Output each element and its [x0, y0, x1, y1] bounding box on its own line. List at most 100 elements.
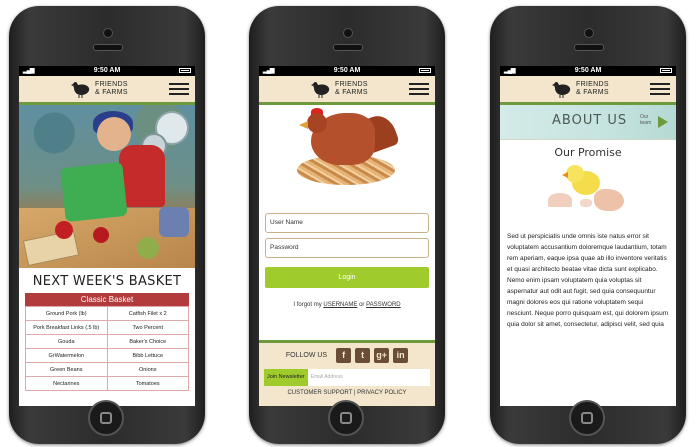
- login-button[interactable]: Login: [265, 267, 429, 288]
- app-header: FRIENDS & FARMS: [19, 76, 195, 105]
- hero-illustration-boy: [19, 105, 195, 268]
- apple-icon: [55, 221, 73, 239]
- brand-line1: FRIENDS: [576, 81, 609, 88]
- home-button[interactable]: [569, 400, 605, 436]
- table-cell: Tomatoes: [106, 376, 189, 391]
- arrow-right-icon[interactable]: [658, 116, 668, 128]
- app-header: FRIENDS & FARMS: [259, 76, 435, 105]
- basket-table: Ground Pork (lb) Catfish Filet x 2 Pork …: [25, 306, 189, 391]
- battery-icon: [179, 68, 191, 73]
- table-row: Pork Breakfast Links (.5 lb) Two Percent: [25, 320, 189, 335]
- username-field[interactable]: User Name: [265, 213, 429, 233]
- chick-illustration: [500, 159, 676, 231]
- brand-line2: & FARMS: [576, 89, 609, 96]
- camera: [584, 28, 594, 38]
- promise-paragraph: Sed ut perspiciatis unde omnis iste natu…: [507, 233, 669, 328]
- status-bar: ▂▄▆ 9:50 AM: [500, 66, 676, 76]
- table-cell: Catfish Filet x 2: [106, 306, 189, 321]
- camera: [343, 28, 353, 38]
- classic-basket-tab[interactable]: Classic Basket: [25, 293, 189, 306]
- speaker: [574, 44, 604, 51]
- status-bar: ▂▄▆ 9:50 AM: [19, 66, 195, 76]
- menu-icon[interactable]: [650, 83, 670, 95]
- status-time: 9:50 AM: [574, 67, 602, 74]
- brand-name: FRIENDS & FARMS: [576, 81, 609, 97]
- join-newsletter-button[interactable]: Join Newsletter: [264, 369, 308, 386]
- menu-icon[interactable]: [169, 83, 189, 95]
- table-cell: Bibb Lettuce: [106, 348, 189, 363]
- brand-logo[interactable]: FRIENDS & FARMS: [69, 79, 128, 99]
- home-button[interactable]: [88, 400, 124, 436]
- password-field[interactable]: Password: [265, 238, 429, 258]
- brand-line1: FRIENDS: [95, 81, 128, 88]
- table-cell: GrWatermelon: [25, 348, 108, 363]
- phone-frame-about: ▂▄▆ 9:50 AM FRIENDS & FARMS ABOUT US Our…: [490, 6, 686, 444]
- screen-login: ▂▄▆ 9:50 AM FRIENDS & FARMS User Name Pa…: [259, 66, 435, 406]
- signal-icon: ▂▄▆: [263, 68, 275, 74]
- chicken-icon: [71, 81, 90, 98]
- table-row: Nectarines Tomatoes: [25, 376, 189, 391]
- our-team-link[interactable]: Our team: [640, 114, 651, 126]
- forgot-prefix: I forgot my: [293, 302, 322, 308]
- forgot-credentials: I forgot my USERNAME or PASSWORD: [259, 302, 435, 308]
- screen-about: ▂▄▆ 9:50 AM FRIENDS & FARMS ABOUT US Our…: [500, 66, 676, 406]
- signal-icon: ▂▄▆: [23, 68, 35, 74]
- twitter-icon[interactable]: t: [355, 348, 371, 363]
- brand-logo[interactable]: FRIENDS & FARMS: [550, 79, 609, 99]
- status-time: 9:50 AM: [333, 67, 361, 74]
- app-header: FRIENDS & FARMS: [500, 76, 676, 105]
- phone-frame-basket: ▂▄▆ 9:50 AM FRIENDS & FARMS NEXT WEEK'S …: [9, 6, 205, 444]
- chicken-icon: [552, 81, 571, 98]
- chicken-icon: [311, 81, 330, 98]
- brand-logo[interactable]: FRIENDS & FARMS: [309, 79, 368, 99]
- status-bar: ▂▄▆ 9:50 AM: [259, 66, 435, 76]
- battery-icon: [660, 68, 672, 73]
- forgot-or: or: [359, 302, 365, 308]
- our-team-line2: team: [640, 120, 652, 126]
- home-button[interactable]: [328, 400, 364, 436]
- google-plus-icon[interactable]: g+: [374, 348, 390, 363]
- email-field[interactable]: Email Address: [307, 369, 430, 386]
- table-cell: Green Beans: [25, 362, 108, 377]
- table-cell: Two Percent: [106, 320, 189, 335]
- status-time: 9:50 AM: [93, 67, 121, 74]
- facebook-icon[interactable]: f: [336, 348, 352, 363]
- brand-name: FRIENDS & FARMS: [335, 81, 368, 97]
- table-cell: Ground Pork (lb): [25, 306, 108, 321]
- hen-illustration: [259, 105, 435, 208]
- table-row: Green Beans Onions: [25, 362, 189, 377]
- table-cell: Nectarines: [25, 376, 108, 391]
- table-row: Gouda Baker's Choice: [25, 334, 189, 349]
- customer-support-link[interactable]: CUSTOMER SUPPORT: [287, 390, 352, 396]
- forgot-username-link[interactable]: USERNAME: [323, 302, 357, 308]
- site-footer: FOLLOW US f t g+ in Join Newsletter Emai…: [259, 340, 435, 406]
- battery-icon: [419, 68, 431, 73]
- table-cell: Onions: [106, 362, 189, 377]
- table-cell: Baker's Choice: [106, 334, 189, 349]
- camera: [103, 28, 113, 38]
- table-cell: Gouda: [25, 334, 108, 349]
- phone-frame-login: ▂▄▆ 9:50 AM FRIENDS & FARMS User Name Pa…: [249, 6, 445, 444]
- follow-us: FOLLOW US f t g+ in: [259, 348, 435, 363]
- privacy-policy-link[interactable]: PRIVACY POLICY: [357, 390, 406, 396]
- forgot-password-link[interactable]: PASSWORD: [366, 302, 401, 308]
- table-row: GrWatermelon Bibb Lettuce: [25, 348, 189, 363]
- speaker: [93, 44, 123, 51]
- green-bag: [60, 161, 128, 223]
- footer-links: CUSTOMER SUPPORT | PRIVACY POLICY: [259, 390, 435, 396]
- linkedin-icon[interactable]: in: [393, 348, 409, 363]
- screen-basket: ▂▄▆ 9:50 AM FRIENDS & FARMS NEXT WEEK'S …: [19, 66, 195, 406]
- table-row: Ground Pork (lb) Catfish Filet x 2: [25, 306, 189, 321]
- footer-separator: |: [353, 390, 356, 396]
- brand-line2: & FARMS: [335, 89, 368, 96]
- brand-line1: FRIENDS: [335, 81, 368, 88]
- follow-label: FOLLOW US: [285, 352, 328, 359]
- table-cell: Pork Breakfast Links (.5 lb): [25, 320, 108, 335]
- page-title: ABOUT US: [552, 113, 628, 128]
- newsletter-form: Join Newsletter Email Address: [264, 369, 430, 386]
- speaker: [333, 44, 363, 51]
- brand-line2: & FARMS: [95, 89, 128, 96]
- basket-heading: NEXT WEEK'S BASKET: [32, 274, 182, 289]
- menu-icon[interactable]: [409, 83, 429, 95]
- about-banner: ABOUT US Our team: [500, 105, 676, 140]
